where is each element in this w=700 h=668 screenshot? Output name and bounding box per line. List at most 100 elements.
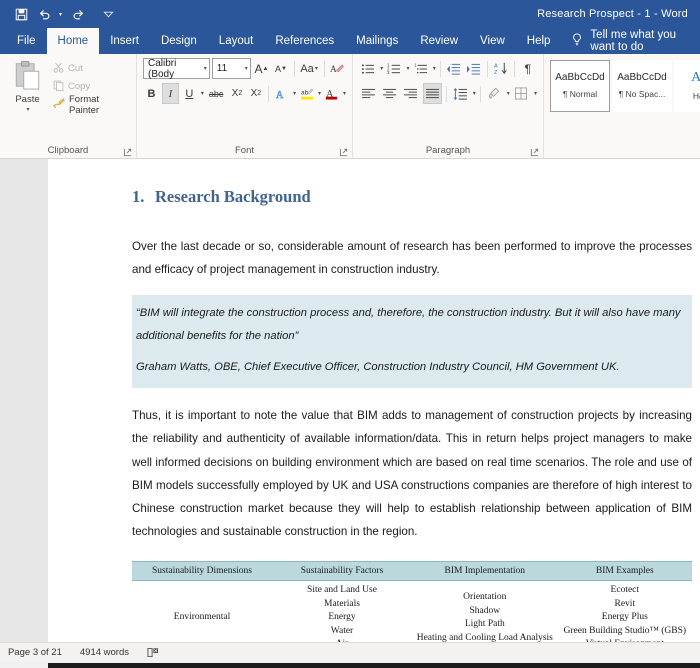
decrease-indent-icon[interactable] (445, 58, 463, 79)
heading-text: Research Background (155, 187, 311, 207)
tab-insert[interactable]: Insert (99, 28, 150, 54)
copy-button[interactable]: Copy (53, 79, 130, 94)
tab-references[interactable]: References (264, 28, 345, 54)
strikethrough-button[interactable]: abc (206, 83, 227, 104)
font-color-icon[interactable]: A (323, 83, 340, 104)
increase-indent-icon[interactable] (465, 58, 483, 79)
shrink-font-button[interactable]: A▼ (272, 58, 289, 79)
justify-icon[interactable] (423, 83, 442, 104)
numbering-dropdown-icon[interactable]: ▾ (406, 65, 409, 72)
example-line: Revit (560, 598, 690, 611)
show-formatting-marks-icon[interactable]: ¶ (519, 58, 537, 79)
page-indicator[interactable]: Page 3 of 21 (8, 647, 62, 658)
tab-home[interactable]: Home (47, 28, 100, 54)
divider (294, 61, 295, 77)
change-case-label: Aa (300, 63, 313, 75)
save-icon[interactable] (10, 3, 32, 25)
tab-file[interactable]: File (6, 28, 47, 54)
paragraph-dialog-launcher-icon[interactable] (530, 148, 539, 157)
italic-button[interactable]: I (162, 83, 179, 104)
line-spacing-dropdown-icon[interactable]: ▾ (473, 90, 476, 97)
undo-dropdown-icon[interactable]: ▾ (59, 11, 62, 18)
bullets-icon[interactable] (359, 58, 377, 79)
borders-icon[interactable] (512, 83, 531, 104)
line-spacing-icon[interactable] (451, 83, 470, 104)
tell-me-search[interactable]: Tell me what you want to do (561, 28, 700, 54)
undo-icon[interactable] (34, 3, 56, 25)
multilevel-list-icon[interactable]: 1 (411, 58, 429, 79)
align-center-icon[interactable] (380, 83, 399, 104)
chevron-down-icon[interactable]: ▾ (204, 65, 207, 72)
bold-button[interactable]: B (143, 83, 160, 104)
word-count[interactable]: 4914 words (80, 647, 129, 658)
divider (324, 61, 325, 77)
ribbon: Paste ▾ Cut (0, 54, 700, 159)
table-header-dimensions: Sustainability Dimensions (132, 562, 272, 581)
bullets-dropdown-icon[interactable]: ▾ (380, 65, 383, 72)
tab-help[interactable]: Help (516, 28, 562, 54)
paragraph-group-label: Paragraph (353, 143, 543, 158)
style-normal[interactable]: AaBbCcDd ¶ Normal (550, 60, 610, 112)
font-size-combo[interactable]: 11 ▾ (212, 58, 251, 79)
svg-text:A: A (330, 65, 337, 75)
proofing-errors-icon[interactable] (147, 647, 159, 658)
document-canvas[interactable]: 1. Research Background Over the last dec… (0, 159, 700, 642)
paste-dropdown-icon[interactable]: ▾ (26, 106, 29, 113)
divider (268, 86, 269, 102)
text-effects-icon[interactable]: A (273, 83, 290, 104)
horizontal-scrollbar-track[interactable] (0, 662, 700, 668)
tab-mailings[interactable]: Mailings (345, 28, 409, 54)
svg-text:A: A (494, 64, 498, 70)
sort-icon[interactable]: A Z (492, 58, 510, 79)
cut-button[interactable]: Cut (53, 61, 130, 76)
underline-button[interactable]: U (181, 83, 198, 104)
clipboard-group-label-text: Clipboard (48, 145, 89, 156)
chevron-down-icon[interactable]: ▾ (245, 65, 248, 72)
text-highlight-icon[interactable]: ab (298, 83, 315, 104)
example-line: Energy Plus (560, 611, 690, 624)
paste-button[interactable]: Paste ▾ (6, 58, 49, 113)
factor-line: Site and Land Use (274, 584, 410, 597)
subscript-button[interactable]: X2 (229, 83, 246, 104)
change-case-button[interactable]: Aa▾ (298, 58, 319, 79)
shading-icon[interactable] (485, 83, 504, 104)
divider (480, 86, 481, 102)
underline-label: U (185, 88, 193, 100)
document-page[interactable]: 1. Research Background Over the last dec… (48, 159, 700, 642)
divider (446, 86, 447, 102)
clipboard-dialog-launcher-icon[interactable] (123, 148, 132, 157)
font-name-combo[interactable]: Calibri (Body ▾ (143, 58, 210, 79)
underline-dropdown-icon[interactable]: ▾ (201, 90, 204, 97)
grow-font-button[interactable]: A▲ (253, 58, 270, 79)
cell-examples: Ecotect Revit Energy Plus Green Building… (558, 581, 692, 642)
tab-design[interactable]: Design (150, 28, 208, 54)
pilcrow-label: ¶ (525, 62, 531, 76)
font-dialog-launcher-icon[interactable] (339, 148, 348, 157)
clear-formatting-icon[interactable]: A (329, 58, 346, 79)
text-effects-dropdown-icon[interactable]: ▾ (293, 90, 296, 97)
tab-layout[interactable]: Layout (208, 28, 265, 54)
font-color-dropdown-icon[interactable]: ▾ (343, 90, 346, 97)
ribbon-group-styles: AaBbCcDd ¶ Normal AaBbCcDd ¶ No Spac... … (544, 54, 700, 158)
tab-view[interactable]: View (469, 28, 516, 54)
shading-dropdown-icon[interactable]: ▾ (507, 90, 510, 97)
page-title: 1. Research Background (132, 187, 692, 207)
paragraph-2: Thus, it is important to note the value … (132, 404, 692, 543)
styles-gallery: AaBbCcDd ¶ Normal AaBbCcDd ¶ No Spac... … (550, 58, 700, 112)
superscript-button[interactable]: X2 (247, 83, 264, 104)
style-label: Headi (693, 92, 700, 101)
redo-icon[interactable] (67, 3, 89, 25)
style-no-spacing[interactable]: AaBbCcDd ¶ No Spac... (612, 60, 672, 112)
customize-quick-access-icon[interactable] (97, 3, 119, 25)
highlight-dropdown-icon[interactable]: ▾ (318, 90, 321, 97)
format-painter-button[interactable]: Format Painter (53, 97, 130, 112)
align-left-icon[interactable] (359, 83, 378, 104)
numbering-icon[interactable]: 1 2 3 (385, 58, 403, 79)
horizontal-scrollbar-thumb[interactable] (48, 663, 700, 668)
tab-review[interactable]: Review (409, 28, 469, 54)
style-heading-1[interactable]: AaB Headi (674, 60, 700, 112)
borders-dropdown-icon[interactable]: ▾ (534, 90, 537, 97)
factor-line: Materials (274, 598, 410, 611)
align-right-icon[interactable] (401, 83, 420, 104)
multilevel-dropdown-icon[interactable]: ▾ (433, 65, 436, 72)
